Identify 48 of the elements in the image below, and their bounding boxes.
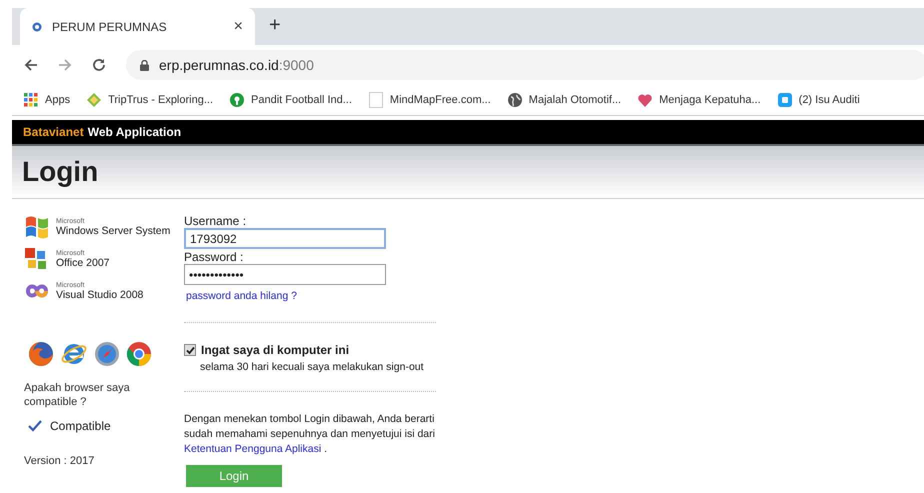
bookmark[interactable]: Majalah Otomotif... [508, 93, 622, 107]
bookmark[interactable]: Pandit Football Ind... [230, 93, 352, 107]
forgot-password-link[interactable]: password anda hilang ? [186, 290, 297, 302]
tab-title: PERUM PERUMNAS [52, 20, 168, 34]
bookmark[interactable]: MindMapFree.com... [368, 92, 491, 108]
favicon-icon [32, 22, 42, 32]
bookmark[interactable]: TripTrus - Exploring... [87, 93, 214, 107]
e-logo-icon [60, 341, 88, 367]
page-icon [368, 92, 383, 108]
username-label: Username : [184, 214, 248, 228]
check-icon [28, 420, 42, 432]
heart-icon [638, 94, 652, 106]
back-icon[interactable] [24, 58, 38, 72]
app-name: Web Application [88, 125, 182, 139]
brand-name: Batavianet [23, 125, 84, 139]
close-tab-button[interactable]: × [234, 18, 243, 36]
url-port: :9000 [278, 57, 314, 73]
fox-globe-icon [28, 341, 54, 367]
lock-icon [140, 60, 149, 70]
password-label: Password : [184, 250, 244, 264]
bookmark[interactable]: Menjaga Kepatuha... [638, 94, 761, 106]
product-name: Office 2007 [56, 256, 110, 268]
terms-link[interactable]: Ketentuan Pengguna Aplikasi [184, 443, 322, 455]
username-field[interactable]: 1793092 [184, 228, 386, 249]
app-icon [778, 93, 792, 107]
product-name: Windows Server System [56, 224, 170, 236]
terms-text: Dengan menekan tombol Login dibawah, Anda berarti sudah memahami sepenuhnya dan menyetujui isi dari Ketentuan Pengguna Aplikasi . [184, 412, 436, 457]
password-field[interactable]: ••••••••••••• [184, 264, 386, 285]
compass-icon [94, 341, 120, 367]
page-title: Login [22, 156, 98, 188]
grid-icon [24, 93, 38, 107]
url-host: erp.perumnas.co.id [159, 57, 279, 73]
remember-label: Ingat saya di komputer ini [201, 343, 350, 357]
version-label: Version : 2017 [24, 455, 96, 467]
new-tab-button[interactable]: + [269, 14, 281, 37]
reload-icon[interactable] [92, 58, 106, 72]
diamond-icon [87, 93, 102, 107]
product-name: Visual Studio 2008 [56, 288, 144, 300]
bookmark[interactable]: (2) Isu Auditi [778, 93, 860, 107]
browser-question: Apakah browser saya compatible ? [24, 381, 131, 409]
flag-logo-icon [24, 215, 50, 239]
remember-note: selama 30 hari kecuali saya melakukan sign-out [200, 361, 425, 373]
compatibility-status: Compatible [50, 419, 111, 433]
browser-tab[interactable]: PERUM PERUMNAS × [20, 8, 255, 45]
remember-checkbox[interactable] [184, 344, 196, 356]
chrome-logo-icon [126, 341, 152, 367]
address-bar[interactable]: erp.perumnas.co.id:9000 [126, 50, 924, 80]
bookmark[interactable]: Apps [24, 93, 70, 107]
